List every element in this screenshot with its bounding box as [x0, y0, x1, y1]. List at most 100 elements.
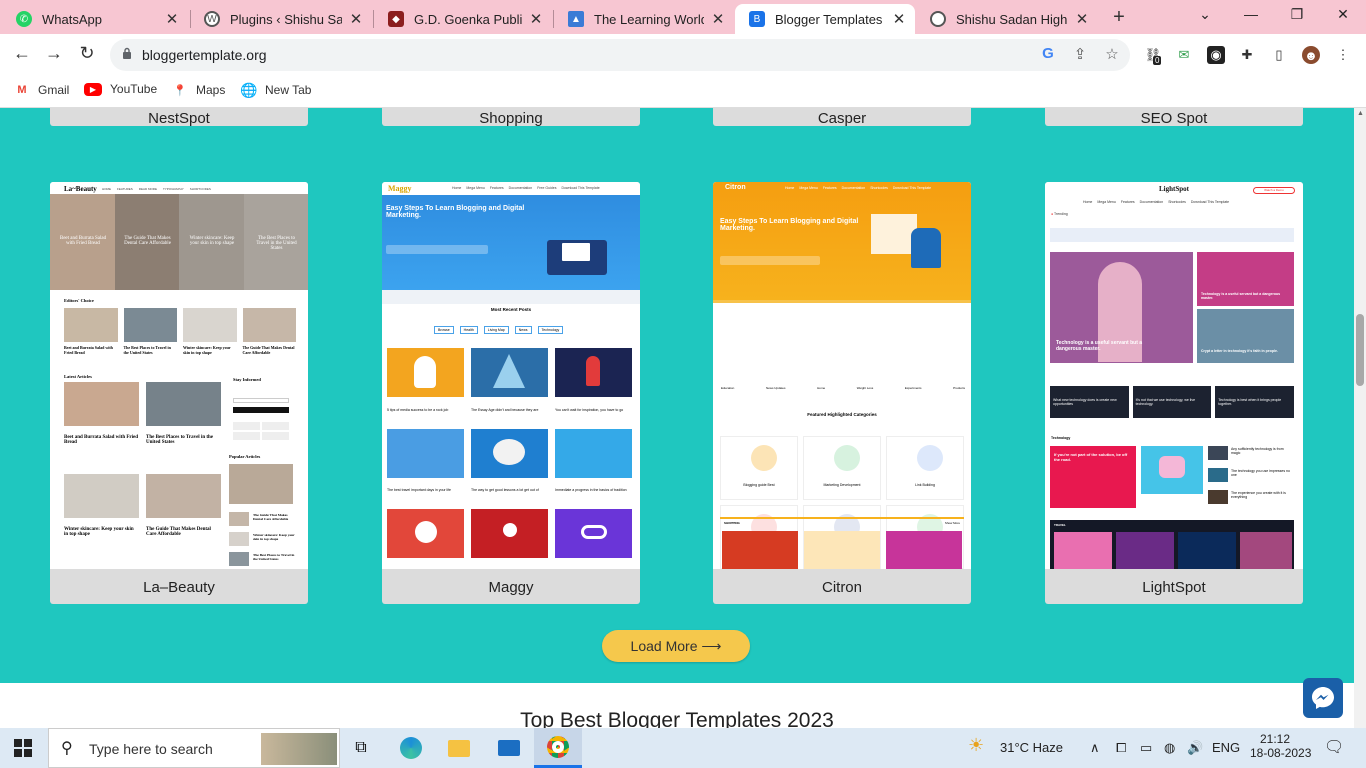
- template-card-la-beauty[interactable]: La~Beauty HOME FEATURES READ MORE TYPOGRAPH…: [50, 182, 308, 604]
- browser-toolbar: ← → ↻ bloggertemplate.org G ⇪ ☆ ⛓ 0 ✉ ◉ ✚…: [0, 34, 1366, 76]
- template-label-nestspot[interactable]: NestSpot: [50, 108, 308, 127]
- preview-post-title: The Essay Age didn't and because they ar…: [471, 408, 539, 412]
- notification-icon[interactable]: 🗨: [1324, 737, 1344, 757]
- template-card-citron[interactable]: Citron Home Mega Menu Features Documentatio…: [713, 182, 971, 604]
- close-icon[interactable]: ✕: [891, 10, 907, 28]
- network-icon[interactable]: ◍: [1164, 740, 1175, 756]
- extensions-puzzle-icon[interactable]: ✚: [1238, 46, 1256, 64]
- bookmark-maps[interactable]: 📍 Maps: [172, 82, 225, 98]
- preview-ad-banner: [1050, 228, 1294, 242]
- taskbar-search-box[interactable]: ⚲ Type here to search: [48, 728, 340, 768]
- preview-image: [1208, 490, 1228, 504]
- tab-blogger-templates[interactable]: B Blogger Templates 20 ✕: [735, 4, 915, 34]
- template-label-seo-spot[interactable]: SEO Spot: [1045, 108, 1303, 127]
- address-bar[interactable]: bloggertemplate.org G ⇪ ☆: [110, 39, 1130, 71]
- restore-button[interactable]: ❐: [1282, 6, 1312, 23]
- close-window-button[interactable]: ✕: [1328, 6, 1358, 23]
- side-panel-icon[interactable]: ▯: [1270, 46, 1288, 64]
- new-tab-button[interactable]: +: [1108, 6, 1130, 29]
- meet-icon[interactable]: ⧠: [1116, 740, 1126, 756]
- edge-icon[interactable]: [398, 736, 424, 760]
- globe-icon: [930, 11, 946, 27]
- extension-mail-icon[interactable]: ✉: [1175, 46, 1193, 64]
- chrome-taskbar-icon[interactable]: [534, 728, 582, 768]
- whatsapp-icon: ✆: [16, 11, 32, 27]
- file-explorer-icon[interactable]: [446, 736, 472, 760]
- back-button[interactable]: ←: [10, 43, 34, 64]
- tab-title: Shishu Sadan High Sc: [956, 11, 1068, 27]
- weather-text[interactable]: 31°C Haze: [1000, 740, 1063, 755]
- share-icon[interactable]: ⇪: [1070, 45, 1090, 63]
- preview-trending: ● Trending: [1051, 212, 1068, 216]
- windows-start-icon[interactable]: [10, 736, 36, 760]
- close-icon[interactable]: ✕: [528, 10, 544, 28]
- tab-title: WhatsApp: [42, 11, 102, 27]
- tab-whatsapp[interactable]: ✆ WhatsApp ✕: [2, 4, 188, 34]
- preview-image: [471, 509, 548, 558]
- template-label-shopping[interactable]: Shopping: [382, 108, 640, 127]
- preview-post-title: The Guide That Makes Dental Care Afforda…: [146, 527, 211, 537]
- messenger-chat-button[interactable]: [1303, 678, 1343, 718]
- bookmark-youtube[interactable]: ▶ YouTube: [84, 82, 157, 96]
- template-name-maggy[interactable]: Maggy: [382, 569, 640, 604]
- bookmark-star-icon[interactable]: ☆: [1102, 45, 1122, 63]
- task-view-icon[interactable]: ⧉: [348, 736, 374, 760]
- profile-avatar[interactable]: ☻: [1302, 46, 1320, 64]
- load-more-button[interactable]: Load More ⟶: [602, 630, 750, 662]
- template-preview-citron[interactable]: Citron Home Mega Menu Features Documentatio…: [713, 182, 971, 569]
- tab-plugins[interactable]: W Plugins ‹ Shishu Sadan ✕: [190, 4, 372, 34]
- template-card-lightspot[interactable]: LightSpot Watch a Demo Home Mega Menu Feat…: [1045, 182, 1303, 604]
- preview-post-title: The Best Places to Travel in the United …: [253, 553, 295, 561]
- close-icon[interactable]: ✕: [1074, 10, 1090, 28]
- preview-logo: La~Beauty: [64, 185, 97, 193]
- template-preview-lightspot[interactable]: LightSpot Watch a Demo Home Mega Menu Feat…: [1045, 182, 1303, 569]
- preview-hero: Citron Home Mega Menu Features Documentatio…: [713, 182, 971, 300]
- clock[interactable]: 21:12 18-08-2023: [1250, 732, 1311, 760]
- extension-link-icon[interactable]: ⛓ 0: [1144, 46, 1162, 65]
- reload-button[interactable]: ↻: [75, 43, 99, 64]
- preview-dark-row: What new technology does is create new o…: [1050, 386, 1295, 418]
- language-indicator[interactable]: ENG: [1212, 740, 1240, 755]
- preview-post-title: The best travel important days in your l…: [387, 488, 452, 492]
- template-label-casper[interactable]: Casper: [713, 108, 971, 127]
- preview-section-title: Most Recent Posts: [490, 307, 532, 312]
- minimize-button[interactable]: —: [1236, 6, 1266, 22]
- scrollbar-thumb[interactable]: [1356, 314, 1364, 386]
- preview-image: [1208, 446, 1228, 460]
- google-icon[interactable]: G: [1038, 45, 1058, 62]
- tab-shishu-sadan[interactable]: Shishu Sadan High Sc ✕: [916, 4, 1098, 34]
- bookmark-gmail[interactable]: M Gmail: [14, 82, 69, 98]
- tray-chevron-icon[interactable]: ∧: [1090, 740, 1100, 756]
- preview-logo: Maggy: [388, 184, 412, 193]
- preview-travel-section: TRAVEL: [1050, 520, 1294, 569]
- page-scrollbar[interactable]: ▲: [1354, 108, 1366, 728]
- preview-post-title: Winter skincare: Keep your skin in top s…: [253, 533, 295, 541]
- close-icon[interactable]: ✕: [348, 10, 364, 28]
- preview-tags: Browse Health Living Map News Technology: [434, 326, 564, 334]
- scroll-up-arrow-icon[interactable]: ▲: [1357, 110, 1364, 117]
- template-preview-maggy[interactable]: Maggy Home Mega Menu Features Documentation…: [382, 182, 640, 569]
- tab-search-chevron-icon[interactable]: ⌄: [1190, 6, 1220, 23]
- template-card-maggy[interactable]: Maggy Home Mega Menu Features Documentation…: [382, 182, 640, 604]
- volume-icon[interactable]: 🔊: [1187, 740, 1203, 756]
- battery-icon[interactable]: ▭: [1140, 740, 1152, 756]
- preview-chips: Education News Updates Home Weight Loss Expe…: [721, 386, 965, 390]
- preview-post-title: The Guide That Makes Dental Care Afforda…: [253, 513, 289, 521]
- clock-time: 21:12: [1259, 732, 1291, 746]
- preview-post-title: Immediate a progress in the basics of tr…: [555, 488, 627, 492]
- tab-learning-world[interactable]: ▲ The Learning World ✕: [554, 4, 734, 34]
- forward-button[interactable]: →: [42, 43, 66, 64]
- bookmark-new-tab[interactable]: 🌐 New Tab: [240, 82, 311, 98]
- template-name-la-beauty[interactable]: La–Beauty: [50, 569, 308, 604]
- extension-camera-icon[interactable]: ◉: [1207, 46, 1225, 64]
- preview-nav: Home Mega Menu Features Documentation Free G…: [452, 186, 600, 190]
- mail-icon[interactable]: [496, 736, 522, 760]
- template-name-citron[interactable]: Citron: [713, 569, 971, 604]
- template-name-lightspot[interactable]: LightSpot: [1045, 569, 1303, 604]
- menu-dots-icon[interactable]: ⋮: [1334, 46, 1352, 64]
- template-preview-la-beauty[interactable]: La~Beauty HOME FEATURES READ MORE TYPOGRAPH…: [50, 182, 308, 569]
- close-icon[interactable]: ✕: [164, 10, 180, 28]
- close-icon[interactable]: ✕: [710, 10, 726, 28]
- weather-icon[interactable]: ☀: [968, 735, 984, 756]
- tab-gd-goenka[interactable]: ◆ G.D. Goenka Public Sc ✕: [374, 4, 552, 34]
